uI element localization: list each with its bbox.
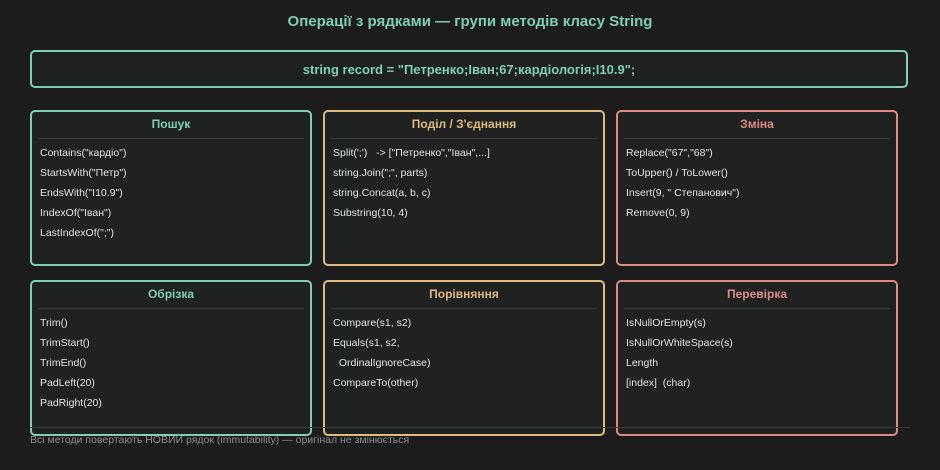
method-item: Split(';') -> ["Петренко","Іван",...] — [333, 147, 490, 159]
group-compare-card: Порівняння Compare(s1, s2) Equals(s1, s2,… — [323, 280, 605, 436]
record-declaration-box: string record = "Петренко;Іван;67;кардіо… — [30, 50, 908, 88]
method-item: PadRight(20) — [40, 397, 102, 409]
group-trim-card: Обрізка Trim() TrimStart() TrimEnd() PadLef… — [30, 280, 312, 436]
method-item: ToUpper() / ToLower() — [626, 167, 728, 179]
method-item: Length — [626, 357, 659, 369]
method-item: TrimEnd() — [40, 357, 87, 369]
group-split-join-title: Поділ / З'єднання — [411, 117, 517, 131]
method-item: IsNullOrEmpty(s) — [626, 317, 706, 329]
method-item: TrimStart() — [40, 337, 90, 349]
group-compare-title: Порівняння — [429, 287, 499, 301]
method-item: string.Concat(a, b, c) — [333, 187, 431, 199]
group-split-join-items: Split(';') -> ["Петренко","Іван",...] str… — [325, 139, 603, 223]
method-item: IndexOf("Іван") — [40, 207, 112, 219]
method-item: Remove(0, 9) — [626, 207, 690, 219]
footer-note: Всі методи повертають НОВИЙ рядок (immut… — [30, 434, 410, 446]
group-search-title: Пошук — [151, 117, 191, 131]
group-modify-items: Replace("67","68") ToUpper() / ToLower() I… — [618, 139, 896, 223]
method-item: Equals(s1, s2, — [333, 337, 400, 349]
group-check-items: IsNullOrEmpty(s) IsNullOrWhiteSpace(s) Len… — [618, 309, 896, 393]
method-item: Insert(9, " Степанович") — [626, 187, 740, 199]
method-item: string.Join(";", parts) — [333, 167, 428, 179]
method-item: OrdinalIgnoreCase) — [333, 357, 431, 369]
method-item: LastIndexOf(";") — [40, 227, 114, 239]
method-item: StartsWith("Петр") — [40, 167, 127, 179]
group-search-items: Contains("кардіо") StartsWith("Петр") Ends… — [32, 139, 310, 243]
record-declaration-text: string record = "Петренко;Іван;67;кардіо… — [302, 61, 636, 77]
method-item: EndsWith("I10.9") — [40, 187, 123, 199]
diagram-title: Операції з рядками — групи методів класу… — [287, 13, 653, 30]
group-trim-items: Trim() TrimStart() TrimEnd() PadLeft(20) Pad… — [32, 309, 310, 413]
method-item: [index] (char) — [626, 377, 691, 389]
method-item: PadLeft(20) — [40, 377, 95, 389]
group-check-card: Перевірка IsNullOrEmpty(s) IsNullOrWhiteS… — [616, 280, 898, 436]
method-item: CompareTo(other) — [333, 377, 419, 389]
method-item: IsNullOrWhiteSpace(s) — [626, 337, 733, 349]
group-search-card: Пошук Contains("кардіо") StartsWith("Петр… — [30, 110, 312, 266]
footer-divider — [30, 427, 910, 428]
method-item: Compare(s1, s2) — [333, 317, 412, 329]
group-modify-title: Зміна — [740, 117, 774, 131]
method-item: Trim() — [40, 317, 68, 329]
method-item: Replace("67","68") — [626, 147, 713, 159]
group-trim-title: Обрізка — [147, 287, 195, 301]
method-item: Substring(10, 4) — [333, 207, 408, 219]
group-compare-items: Compare(s1, s2) Equals(s1, s2, OrdinalIgn… — [325, 309, 603, 393]
method-item: Contains("кардіо") — [40, 147, 127, 159]
group-split-join-card: Поділ / З'єднання Split(';') -> ["Петрен… — [323, 110, 605, 266]
group-modify-card: Зміна Replace("67","68") ToUpper() / ToLo… — [616, 110, 898, 266]
group-check-title: Перевірка — [726, 287, 788, 301]
